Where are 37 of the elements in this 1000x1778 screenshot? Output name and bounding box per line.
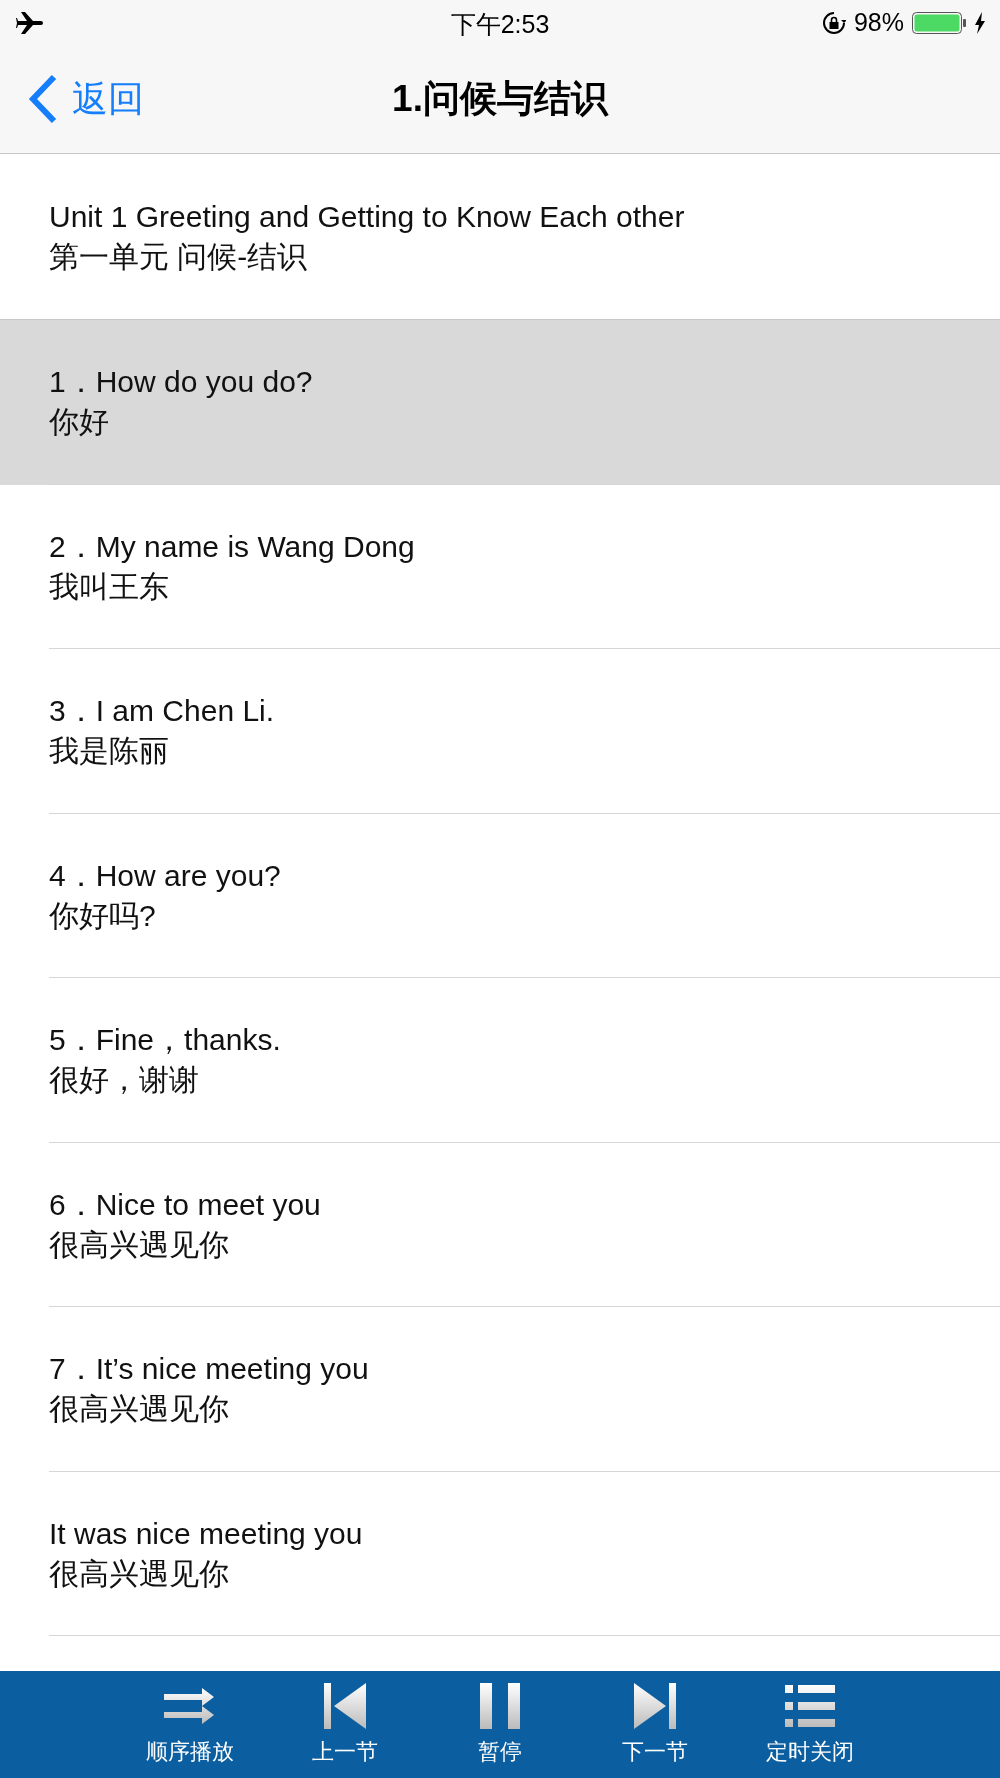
player-button[interactable]: 上一节 bbox=[287, 1682, 403, 1767]
english-text: It was nice meeting you bbox=[49, 1515, 364, 1552]
airplane-icon bbox=[16, 10, 46, 35]
player-button[interactable]: 暂停 bbox=[442, 1682, 558, 1767]
chevron-left-icon bbox=[28, 74, 58, 124]
chinese-text: 我是陈丽 bbox=[49, 733, 170, 770]
status-time: 下午2:53 bbox=[450, 10, 550, 38]
chinese-text: 第一单元 问候-结识 bbox=[49, 238, 309, 275]
battery-icon bbox=[912, 11, 966, 34]
player-button[interactable]: 顺序播放 bbox=[132, 1682, 248, 1767]
chinese-text: 你好吗? bbox=[49, 897, 157, 934]
list-icon bbox=[785, 1684, 835, 1727]
chinese-text: 你好 bbox=[49, 404, 110, 441]
english-text: 2．My name is Wang Dong bbox=[49, 528, 416, 565]
skip-back-icon bbox=[324, 1682, 366, 1729]
pause-icon bbox=[480, 1682, 520, 1729]
english-text: Unit 1 Greeting and Getting to Know Each other bbox=[49, 198, 686, 235]
chinese-text: 很高兴遇见你 bbox=[49, 1226, 230, 1263]
chinese-text: 我叫王东 bbox=[49, 568, 170, 605]
english-text: 6．Nice to meet you bbox=[49, 1186, 322, 1223]
player-button[interactable]: 下一节 bbox=[597, 1682, 713, 1767]
chinese-text: 很高兴遇见你 bbox=[49, 1555, 230, 1592]
charging-bolt-icon bbox=[974, 11, 986, 34]
page-title: 1.问候与结识 bbox=[392, 78, 608, 119]
english-text: 3．I am Chen Li. bbox=[49, 693, 276, 730]
skip-forward-icon bbox=[634, 1682, 676, 1729]
english-text: 1．How do you do? bbox=[49, 364, 314, 401]
chinese-text: 很好，谢谢 bbox=[49, 1062, 200, 1099]
back-button[interactable]: 返回 bbox=[0, 74, 144, 124]
rotation-lock-icon bbox=[821, 10, 846, 35]
lesson-item[interactable]: 1．How do you do? 你好 bbox=[0, 320, 1000, 485]
chinese-text: 很高兴遇见你 bbox=[49, 1391, 230, 1428]
english-text: 4．How are you? bbox=[49, 857, 282, 894]
english-text: 5．Fine，thanks. bbox=[49, 1022, 282, 1059]
battery-percent: 98% bbox=[853, 8, 904, 37]
player-button[interactable]: 定时关闭 bbox=[752, 1682, 868, 1767]
english-text: 7．It’s nice meeting you bbox=[49, 1351, 370, 1388]
